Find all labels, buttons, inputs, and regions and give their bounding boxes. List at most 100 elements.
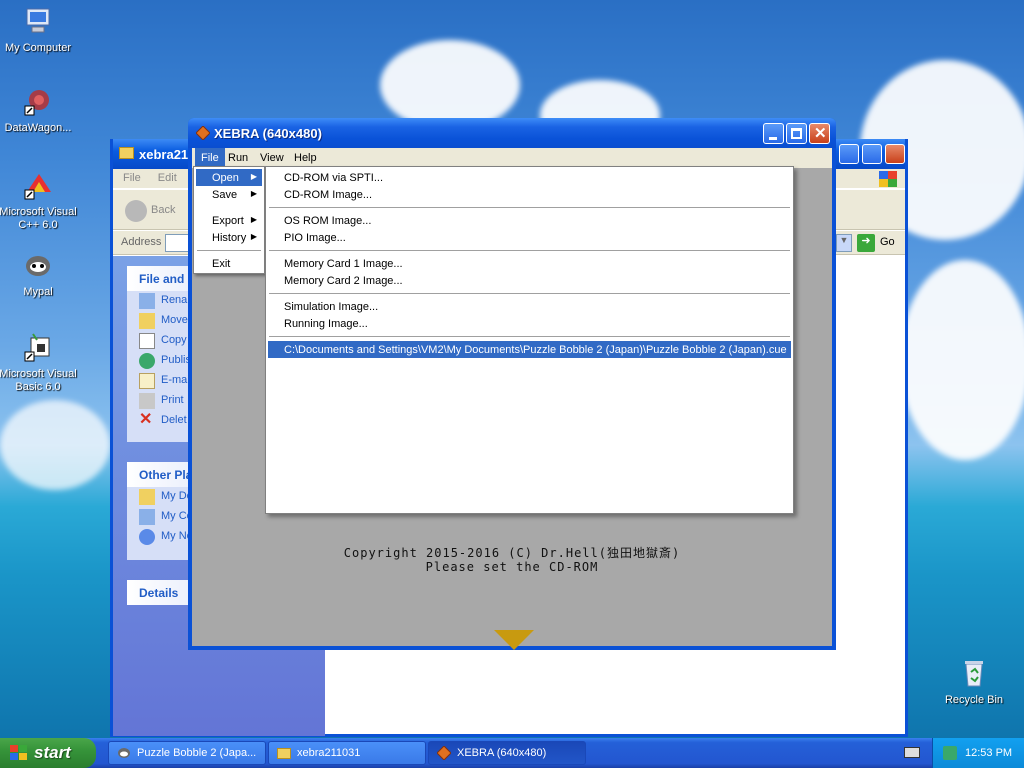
menu-help[interactable]: Help — [288, 148, 323, 168]
submenu-arrow-icon: ▶ — [250, 172, 257, 181]
open-memory-card-1[interactable]: Memory Card 1 Image... — [268, 255, 791, 272]
file-menu-export[interactable]: Export ▶ — [196, 212, 262, 229]
desktop-icon-label: Microsoft Visual Basic 6.0 — [0, 368, 77, 393]
menu-run[interactable]: Run — [222, 148, 254, 168]
xebra-app-icon — [437, 746, 451, 760]
network-globe-icon — [139, 529, 155, 545]
network-tray-icon[interactable] — [943, 746, 957, 760]
minimize-icon — [769, 137, 777, 140]
my-computer-icon — [21, 4, 55, 38]
file-menu-history[interactable]: History ▶ — [196, 229, 262, 246]
desktop-icon-label: DataWagon... — [4, 122, 72, 134]
back-button-label[interactable]: Back — [151, 204, 175, 216]
desktop-icon-datawagon[interactable]: DataWagon... — [0, 84, 78, 135]
mypal-icon — [21, 248, 55, 282]
desktop-icon-label: My Computer — [4, 42, 72, 54]
xebra-menu-bar: File Run View Help — [192, 148, 832, 168]
copy-icon — [139, 333, 155, 349]
explorer-title: xebra21 — [139, 147, 189, 162]
printer-icon — [139, 393, 155, 409]
xebra-title-bar[interactable]: XEBRA (640x480) ✕ — [188, 118, 836, 148]
email-icon — [139, 373, 155, 389]
start-label: start — [34, 743, 71, 762]
desktop-icon-mypal[interactable]: Mypal — [0, 248, 78, 299]
desktop-icon-my-computer[interactable]: My Computer — [0, 4, 78, 55]
explorer-menu-edit[interactable]: Edit — [158, 172, 177, 184]
publish-globe-icon — [139, 353, 155, 369]
go-arrow-icon[interactable]: ➜ — [857, 234, 875, 252]
copyright-text: Copyright 2015-2016 (C) Dr.Hell(独田地獄斎) — [343, 546, 681, 560]
go-button-label[interactable]: Go — [880, 236, 895, 248]
maximize-icon — [791, 128, 802, 139]
minimize-button[interactable] — [763, 123, 784, 144]
explorer-maximize-button[interactable] — [862, 144, 882, 164]
recent-file-item[interactable]: C:\Documents and Settings\VM2\My Documen… — [268, 341, 791, 358]
rename-icon — [139, 293, 155, 309]
xebra-app-icon — [196, 126, 210, 140]
folder-icon — [119, 147, 134, 159]
file-menu-dropdown: Open ▶ Save ▶ Export ▶ History ▶ Exit — [193, 166, 265, 274]
submenu-arrow-icon: ▶ — [250, 215, 257, 224]
file-menu-exit[interactable]: Exit — [196, 255, 262, 272]
menu-separator — [269, 207, 790, 208]
system-tray: 12:53 PM — [932, 738, 1024, 768]
xebra-title: XEBRA (640x480) — [214, 126, 322, 141]
windows-logo-icon — [879, 171, 897, 187]
open-simulation-image[interactable]: Simulation Image... — [268, 298, 791, 315]
mypal-icon — [118, 748, 130, 758]
folder-icon — [277, 748, 291, 759]
desktop-icon-visual-basic[interactable]: Microsoft Visual Basic 6.0 — [0, 330, 78, 394]
desktop-icon-label: Mypal — [23, 286, 53, 298]
cloud — [900, 260, 1024, 460]
back-arrow-icon[interactable] — [125, 200, 147, 222]
desktop-icon-label: Microsoft Visual C++ 6.0 — [0, 206, 77, 231]
close-icon: ✕ — [814, 125, 827, 142]
folder-icon — [139, 489, 155, 505]
menu-view[interactable]: View — [254, 148, 290, 168]
desktop-icon-recycle-bin[interactable]: Recycle Bin — [934, 656, 1014, 707]
desktop-icon-label: Recycle Bin — [944, 694, 1004, 706]
visual-cpp-icon — [21, 168, 55, 202]
computer-icon — [139, 509, 155, 525]
submenu-arrow-icon: ▶ — [250, 189, 257, 198]
keyboard-icon[interactable] — [904, 747, 920, 758]
menu-separator — [269, 293, 790, 294]
windows-flag-icon — [10, 745, 27, 760]
address-dropdown-button[interactable]: ▼ — [836, 234, 852, 252]
taskbar-item-xebra-folder[interactable]: xebra211031 — [268, 741, 426, 765]
file-menu-save[interactable]: Save ▶ — [196, 186, 262, 203]
open-submenu: CD-ROM via SPTI... CD-ROM Image... OS RO… — [265, 166, 794, 514]
recycle-bin-icon — [957, 656, 991, 690]
explorer-minimize-button[interactable] — [839, 144, 859, 164]
open-memory-card-2[interactable]: Memory Card 2 Image... — [268, 272, 791, 289]
visual-basic-icon — [21, 330, 55, 364]
cloud — [380, 40, 520, 130]
maximize-button[interactable] — [786, 123, 807, 144]
explorer-menu-file[interactable]: File — [123, 172, 141, 184]
desktop-icon-visual-cpp[interactable]: Microsoft Visual C++ 6.0 — [0, 168, 78, 232]
delete-x-icon: ✕ — [139, 411, 153, 428]
taskbar-item-xebra[interactable]: XEBRA (640x480) — [428, 741, 586, 765]
clock[interactable]: 12:53 PM — [965, 747, 1012, 759]
menu-separator — [269, 336, 790, 337]
open-cdrom-spti[interactable]: CD-ROM via SPTI... — [268, 169, 791, 186]
open-os-rom-image[interactable]: OS ROM Image... — [268, 212, 791, 229]
move-icon — [139, 313, 155, 329]
open-running-image[interactable]: Running Image... — [268, 315, 791, 332]
open-cdrom-image[interactable]: CD-ROM Image... — [268, 186, 791, 203]
menu-file[interactable]: File — [195, 148, 225, 168]
open-pio-image[interactable]: PIO Image... — [268, 229, 791, 246]
menu-separator — [197, 250, 261, 251]
taskbar: start Puzzle Bobble 2 (Japa... xebra2110… — [0, 738, 1024, 768]
datawagon-shortcut-icon — [21, 84, 55, 118]
start-button[interactable]: start — [0, 738, 96, 768]
logo-triangle — [494, 630, 534, 650]
cloud — [0, 400, 110, 490]
explorer-close-button[interactable] — [885, 144, 905, 164]
taskbar-item-puzzle-bobble[interactable]: Puzzle Bobble 2 (Japa... — [108, 741, 266, 765]
status-message: Please set the CD-ROM — [425, 560, 599, 574]
close-button[interactable]: ✕ — [809, 123, 830, 144]
file-menu-open[interactable]: Open ▶ — [196, 169, 262, 186]
submenu-arrow-icon: ▶ — [250, 232, 257, 241]
address-label: Address — [121, 236, 162, 248]
